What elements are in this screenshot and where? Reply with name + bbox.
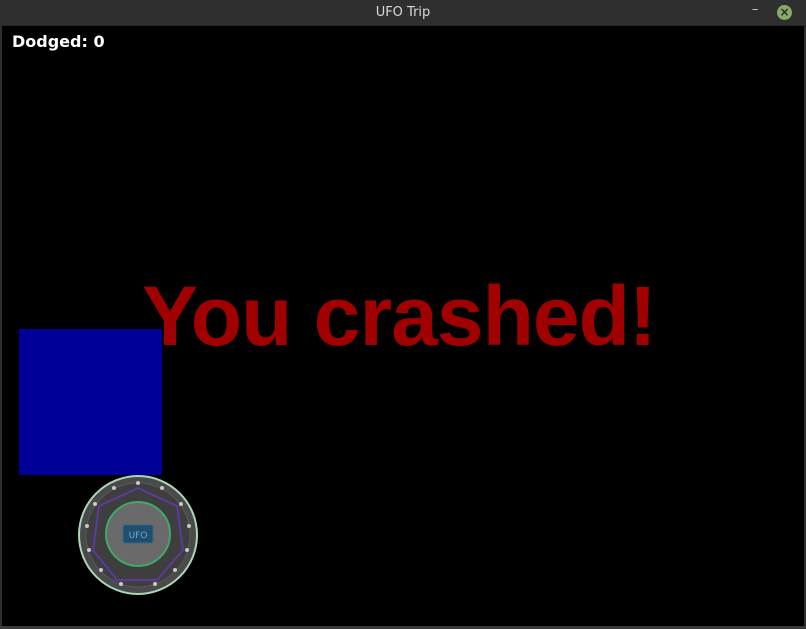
- ufo-label: UFO: [129, 531, 148, 541]
- ufo-sprite: UFO: [78, 475, 198, 595]
- dodged-score: Dodged: 0: [12, 32, 105, 51]
- app-window: UFO Trip – × Dodged: 0 You crashed! UFO: [0, 0, 806, 629]
- game-canvas[interactable]: Dodged: 0 You crashed! UFO: [2, 26, 804, 626]
- minimize-icon[interactable]: –: [748, 3, 762, 19]
- crash-message: You crashed!: [142, 269, 657, 363]
- title-bar[interactable]: UFO Trip – ×: [0, 0, 806, 26]
- window-title: UFO Trip: [375, 5, 431, 20]
- obstacle-block: [19, 329, 162, 475]
- close-icon[interactable]: ×: [777, 5, 792, 20]
